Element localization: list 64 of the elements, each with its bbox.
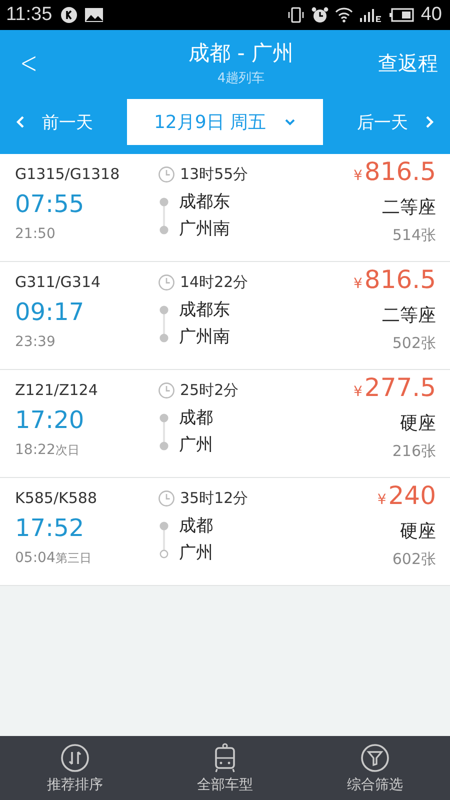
duration-text: 35时12分 — [180, 488, 248, 508]
train-row[interactable]: K585/K588 17:52 05:04第三日 35时12分 成都 广州 ¥240 硬座 602张 — [0, 478, 450, 586]
notification-icon — [60, 6, 78, 24]
train-number: G311/G314 — [15, 272, 102, 292]
arrival-station: 广州 — [179, 434, 213, 457]
train-icon — [212, 742, 238, 772]
arrival-station: 广州南 — [179, 218, 230, 241]
route-title: 成都 - 广州 — [188, 40, 294, 67]
departure-station: 成都东 — [179, 191, 230, 214]
departure-station: 成都东 — [179, 299, 230, 322]
ticket-count: 514张 — [392, 225, 436, 246]
clock-icon — [158, 274, 175, 290]
clock-icon — [158, 490, 175, 506]
battery-icon — [388, 7, 415, 23]
train-row[interactable]: Z121/Z124 17:20 18:22次日 25时2分 成都 广州 ¥277.5 硬座 216张 — [0, 370, 450, 478]
arrival-time: 18:22次日 — [15, 441, 80, 460]
arrival-station: 广州 — [179, 542, 213, 565]
seat-class: 硬座 — [400, 520, 436, 544]
chevron-right-icon — [424, 115, 434, 129]
sort-icon — [60, 742, 90, 772]
ticket-count: 602张 — [392, 549, 436, 570]
duration-text: 14时22分 — [180, 272, 248, 292]
arrival-time: 21:50 — [15, 225, 56, 244]
price-text: ¥277.5 — [354, 374, 436, 404]
filter-icon — [360, 742, 390, 772]
battery-text: 40 — [420, 4, 442, 26]
train-number: K585/K588 — [15, 488, 98, 508]
ticket-count: 216张 — [392, 441, 436, 462]
signal-icon — [358, 7, 383, 23]
departure-time: 07:55 — [15, 189, 86, 220]
train-number: G1315/G1318 — [15, 164, 121, 184]
train-row[interactable]: G311/G314 09:17 23:39 14时22分 成都东 广州南 ¥816.5 二等座 502张 — [0, 262, 450, 370]
price-text: ¥816.5 — [354, 266, 436, 296]
departure-station: 成都 — [179, 515, 213, 538]
chevron-left-icon — [16, 115, 26, 129]
vibrate-icon — [286, 6, 305, 24]
train-number: Z121/Z124 — [15, 380, 99, 400]
duration-text: 13时55分 — [180, 164, 248, 184]
departure-time: 17:52 — [15, 513, 86, 544]
train-count: 4趟列车 — [217, 70, 265, 87]
seat-class: 硬座 — [400, 412, 436, 436]
bottom-tab[interactable]: 综合筛选 — [315, 742, 435, 794]
departure-station: 成都 — [179, 407, 213, 430]
seat-class: 二等座 — [382, 304, 436, 328]
clock-icon — [158, 382, 175, 398]
wifi-icon — [334, 7, 353, 23]
departure-time: 09:17 — [15, 297, 86, 328]
departure-time: 17:20 — [15, 405, 86, 436]
caret-icon — [284, 118, 296, 126]
price-text: ¥816.5 — [354, 158, 436, 188]
clock-text: 11:35 — [6, 4, 52, 26]
duration-text: 25时2分 — [180, 380, 239, 400]
clock-icon — [158, 166, 175, 182]
bottom-tab[interactable]: 全部车型 — [165, 742, 285, 794]
train-row[interactable]: G1315/G1318 07:55 21:50 13时55分 成都东 广州南 ¥816.5 二等座 514张 — [0, 154, 450, 262]
seat-class: 二等座 — [382, 196, 436, 220]
arrival-station: 广州南 — [179, 326, 230, 349]
price-text: ¥240 — [377, 482, 436, 512]
arrival-time: 05:04第三日 — [15, 549, 92, 568]
bottom-tab[interactable]: 推荐排序 — [15, 742, 135, 794]
ticket-count: 502张 — [392, 333, 436, 354]
arrival-time: 23:39 — [15, 333, 56, 352]
alarm-icon — [310, 6, 329, 24]
image-icon — [84, 7, 104, 23]
